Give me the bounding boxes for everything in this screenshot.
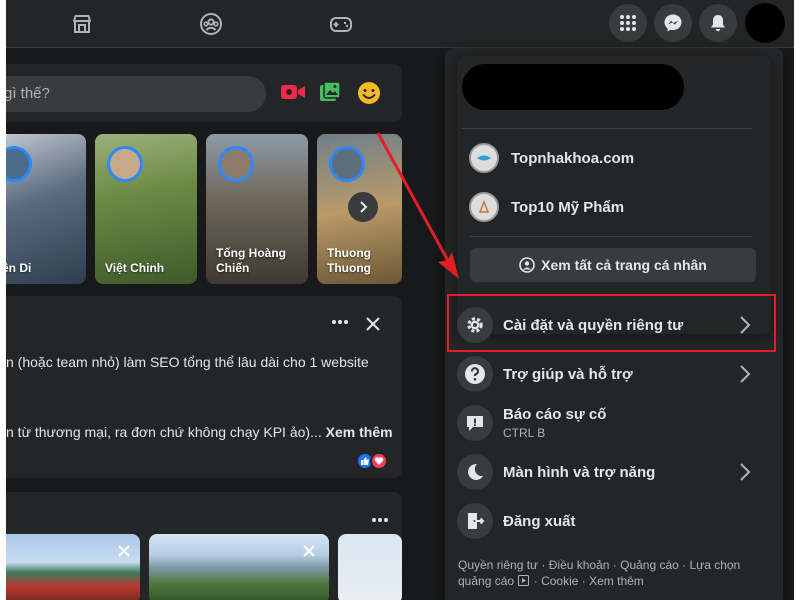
post-text-line: n từ thương mại, ra đơn chứ không chạy K… (6, 424, 393, 440)
top-navigation-bar (0, 0, 800, 48)
footer-links[interactable]: · Cookie · Xem thêm (534, 574, 644, 588)
chevron-right-icon (740, 365, 751, 383)
close-icon[interactable] (303, 544, 315, 562)
live-video-icon[interactable] (280, 82, 306, 107)
story-card[interactable]: Việt Chinh (95, 134, 197, 284)
page-logo-icon (469, 143, 499, 173)
marketplace-icon[interactable] (66, 8, 98, 40)
more-options-icon[interactable] (371, 510, 389, 528)
page-margin (794, 0, 800, 600)
composer-input[interactable]: gì thế? (0, 76, 266, 112)
page-name: Topnhakhoa.com (511, 149, 635, 167)
facebook-app: gì thế? ên Di Việt Chinh Tống Hoàng Chiế… (0, 0, 800, 600)
reactions[interactable] (356, 452, 388, 470)
menu-item-label: Trợ giúp và hỗ trợ (503, 365, 633, 383)
photo-thumbnail[interactable] (338, 534, 402, 600)
photo-video-icon[interactable] (318, 81, 342, 110)
photo-thumbnail[interactable] (149, 534, 329, 600)
switch-profile-icon (519, 257, 535, 273)
love-reaction-icon (370, 452, 388, 470)
keyboard-shortcut: CTRL B (503, 426, 546, 440)
story-name: ên Di (2, 261, 32, 275)
page-item[interactable]: Top10 Mỹ Phẩm (469, 189, 749, 225)
see-all-label: Xem tất cả trang cá nhân (541, 257, 707, 273)
more-options-icon[interactable] (330, 314, 350, 330)
menu-grid-icon[interactable] (609, 4, 647, 42)
ad-choices-link[interactable]: quảng cáo (458, 574, 514, 588)
see-all-profiles-button[interactable]: Xem tất cả trang cá nhân (470, 248, 756, 282)
close-icon[interactable] (365, 316, 381, 337)
post-text: n từ thương mại, ra đơn chứ không chạy K… (6, 424, 322, 440)
stories-next-button[interactable] (348, 192, 378, 222)
notifications-bell-icon[interactable] (699, 4, 737, 42)
feeling-emoji-icon[interactable] (357, 81, 381, 110)
menu-item-label: Báo cáo sự cố (503, 406, 607, 423)
messenger-icon[interactable] (654, 4, 692, 42)
moon-icon (457, 454, 493, 490)
profile-switcher-panel: Topnhakhoa.com Top10 Mỹ Phẩm Xem tất cả … (457, 56, 771, 334)
menu-item-label: Màn hình và trợ năng (503, 463, 656, 481)
footer-line[interactable]: quảng cáo · Cookie · Xem thêm (458, 573, 776, 589)
gaming-icon[interactable] (325, 8, 357, 40)
photo-thumbnail[interactable] (0, 534, 140, 600)
story-name: Thuong Thuong (327, 246, 371, 275)
account-avatar[interactable] (745, 3, 785, 43)
menu-item-logout[interactable]: Đăng xuất (457, 498, 771, 544)
ad-choices-icon (518, 575, 530, 586)
post-text-line: n (hoặc team nhỏ) làm SEO tổng thể lâu d… (6, 354, 369, 370)
menu-item-label: Đăng xuất (503, 512, 576, 530)
page-item[interactable]: Topnhakhoa.com (469, 140, 749, 176)
menu-footer-links[interactable]: Quyền riêng tư · Điều khoản · Quảng cáo … (458, 557, 776, 589)
post-composer: gì thế? (0, 64, 402, 122)
report-icon (457, 405, 493, 441)
story-card[interactable]: Tống Hoàng Chiến (206, 134, 308, 284)
question-icon (457, 356, 493, 392)
page-margin (0, 0, 6, 600)
story-avatar (218, 146, 254, 182)
feed-post: n (hoặc team nhỏ) làm SEO tổng thể lâu d… (0, 296, 402, 478)
divider (462, 128, 752, 129)
story-name: Việt Chinh (105, 261, 165, 275)
story-name: Tống Hoàng Chiến (216, 246, 286, 275)
page-name: Top10 Mỹ Phẩm (511, 198, 625, 216)
logout-icon (457, 503, 493, 539)
groups-icon[interactable] (195, 8, 227, 40)
highlight-box (447, 294, 776, 352)
divider (470, 236, 752, 237)
see-more-link[interactable]: Xem thêm (326, 424, 393, 440)
menu-item-display-accessibility[interactable]: Màn hình và trợ năng (457, 449, 771, 495)
footer-line[interactable]: Quyền riêng tư · Điều khoản · Quảng cáo … (458, 557, 776, 573)
menu-item-report-problem[interactable]: Báo cáo sự cố CTRL B (457, 400, 771, 446)
close-icon[interactable] (118, 544, 130, 562)
chevron-right-icon (360, 201, 368, 213)
story-card[interactable]: ên Di (0, 134, 86, 284)
page-logo-icon (469, 192, 499, 222)
profile-name-redacted[interactable] (462, 64, 684, 110)
menu-item-help-support[interactable]: Trợ giúp và hỗ trợ (457, 351, 771, 397)
chevron-right-icon (740, 463, 751, 481)
story-avatar (107, 146, 143, 182)
story-avatar (329, 146, 365, 182)
